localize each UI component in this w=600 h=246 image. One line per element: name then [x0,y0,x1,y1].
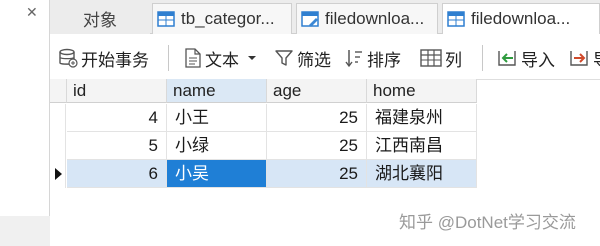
cell-home[interactable]: 福建泉州 [367,104,477,132]
table-icon [157,10,175,28]
tab-label: 对象 [83,11,117,30]
tab-label: filedownloa... [471,9,571,28]
tab-table-filedownload[interactable]: filedownloa... [442,3,600,34]
sort-label: 排序 [367,50,401,70]
begin-transaction-button[interactable]: 开始事务 [58,45,149,71]
import-button[interactable]: 导入 [496,45,555,71]
column-header-name[interactable]: name [167,79,267,103]
tab-bar: 对象 tb_categor... filedownloa... filedown… [50,0,600,34]
begin-transaction-label: 开始事务 [81,50,149,70]
import-label: 导入 [521,50,555,70]
cell-age[interactable]: 25 [267,160,367,188]
chevron-down-icon[interactable] [247,53,257,63]
object-pane-edge: ✕ [0,0,50,246]
tab-query-filedownload[interactable]: filedownloa... [296,3,438,34]
row-indicator-current[interactable] [50,160,66,188]
column-header-age[interactable]: age [267,79,367,103]
export-icon [570,51,588,66]
tab-table-category[interactable]: tb_categor... [152,3,292,34]
watermark: 知乎 @DotNet学习交流 [399,213,576,232]
cell-id[interactable]: 4 [67,104,167,132]
column-header-id[interactable]: id [67,79,167,103]
text-label: 文本 [205,50,239,70]
tab-objects[interactable]: 对象 [50,3,150,34]
current-row-arrow-icon [55,168,62,180]
close-icon[interactable]: ✕ [26,4,38,21]
cell-id[interactable]: 6 [67,160,167,188]
row-indicator-header [50,79,67,103]
tab-label: filedownloa... [325,9,425,28]
document-icon [185,48,201,68]
export-button[interactable]: 导 [568,45,600,71]
columns-button[interactable]: 列 [420,45,462,71]
cell-home[interactable]: 湖北襄阳 [367,160,477,188]
filter-label: 筛选 [297,50,331,70]
import-icon [498,51,516,66]
export-label: 导 [593,46,600,71]
cell-age[interactable]: 25 [267,132,367,160]
cell-age[interactable]: 25 [267,104,367,132]
column-header-home[interactable]: home [367,79,477,103]
sort-icon [345,50,362,68]
filter-button[interactable]: 筛选 [274,45,331,71]
pane-footer [0,216,50,246]
row-indicator[interactable] [50,104,66,132]
tab-label: tb_categor... [181,9,275,28]
text-button[interactable]: 文本 [184,45,260,71]
cell-name-focused[interactable]: 小吴 [167,160,267,188]
columns-icon [420,49,442,67]
query-icon [301,10,319,28]
columns-label: 列 [445,50,462,70]
filter-icon [275,50,293,66]
toolbar-divider [482,45,483,71]
cell-name[interactable]: 小绿 [167,132,267,160]
row-indicator[interactable] [50,132,66,160]
toolbar-divider [168,45,169,71]
table-icon [447,10,465,28]
cell-name[interactable]: 小王 [167,104,267,132]
cell-id[interactable]: 5 [67,132,167,160]
database-icon [59,48,78,68]
cell-home[interactable]: 江西南昌 [367,132,477,160]
sort-button[interactable]: 排序 [344,45,401,71]
toolbar: 开始事务 文本 筛选 排序 列 导入 导 [50,35,600,80]
